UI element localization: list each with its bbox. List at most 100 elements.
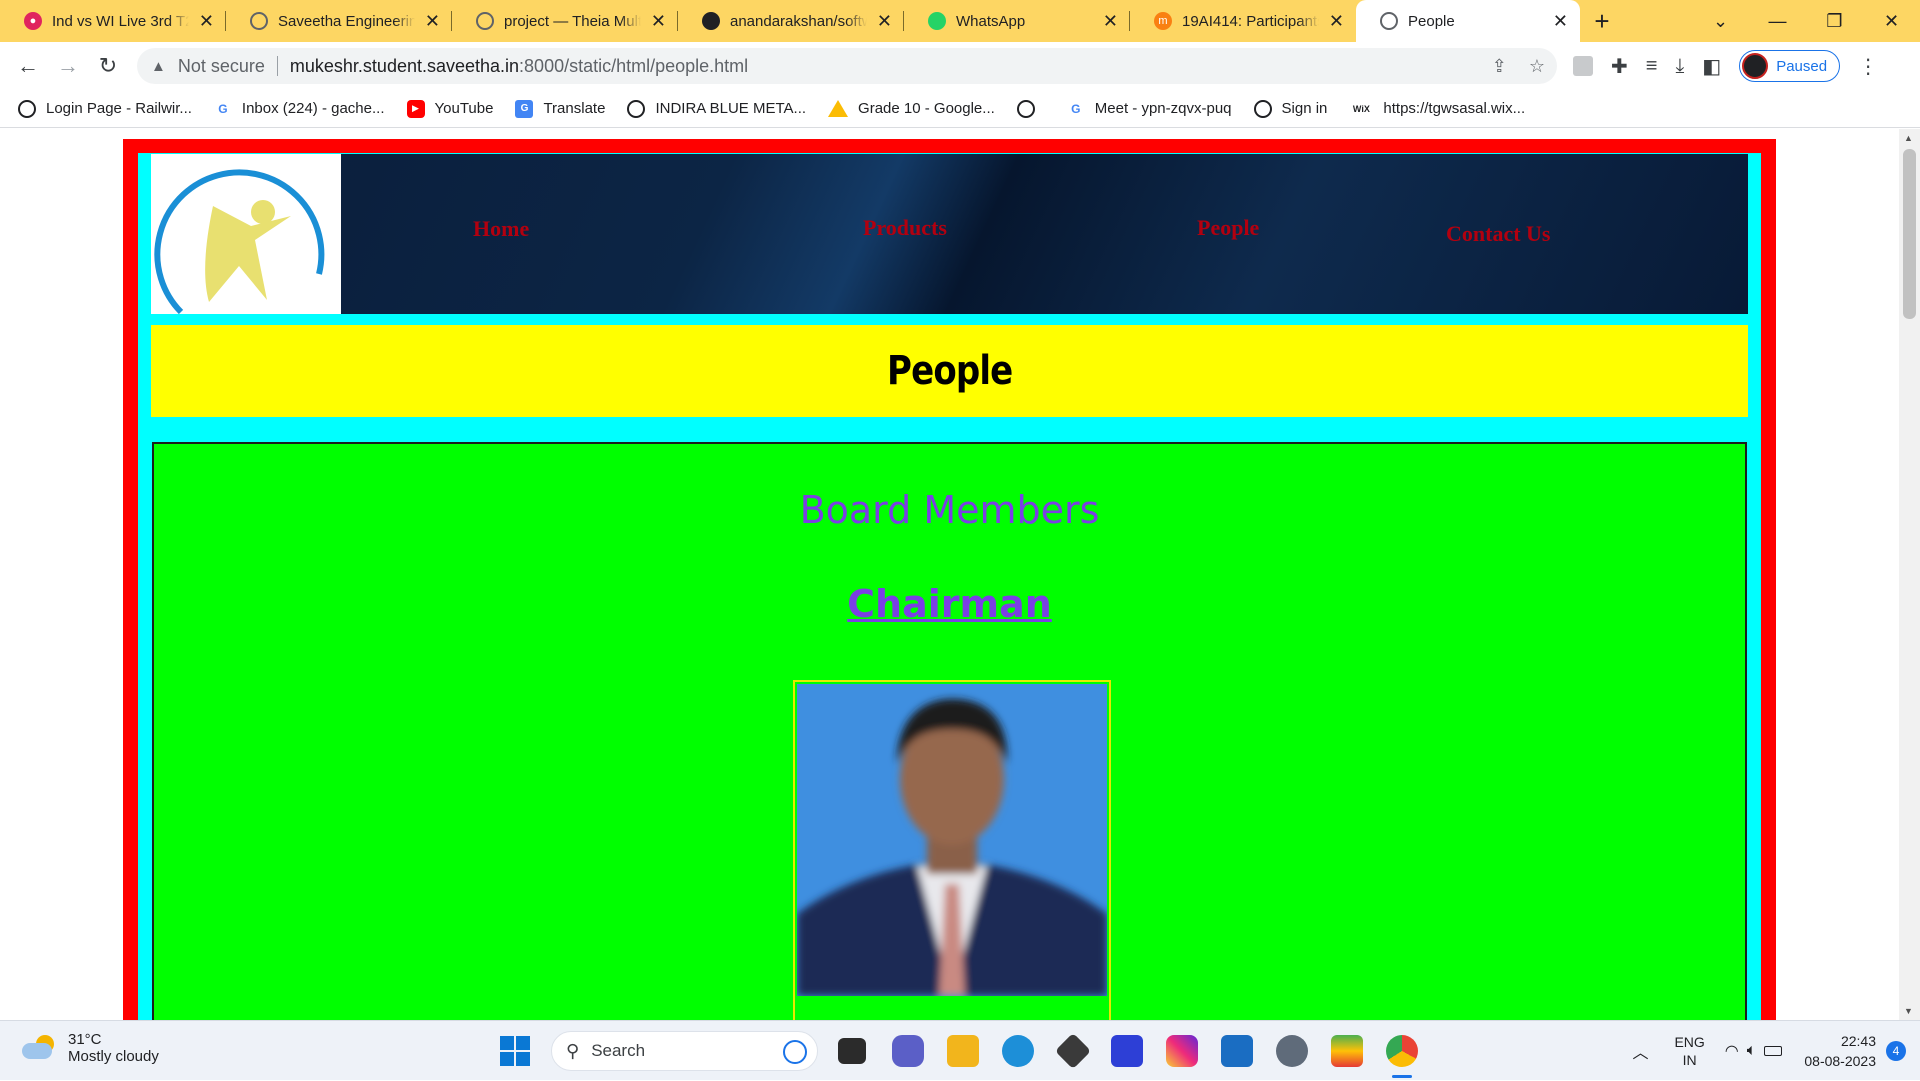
site-logo[interactable] bbox=[151, 154, 341, 314]
reading-list-icon[interactable]: ≡ bbox=[1646, 55, 1658, 78]
whatsapp-icon bbox=[928, 12, 946, 30]
bookmark-item[interactable]: Login Page - Railwir... bbox=[18, 99, 192, 118]
bookmark-item[interactable]: G Meet - ypn-zqvx-puq bbox=[1067, 100, 1232, 118]
download-icon[interactable]: ⤓ bbox=[1675, 55, 1684, 78]
close-icon[interactable]: ✕ bbox=[1329, 11, 1344, 32]
wix-icon: WiX bbox=[1352, 103, 1370, 114]
chairman-link[interactable]: Chairman bbox=[847, 582, 1052, 626]
active-app-indicator bbox=[1392, 1075, 1412, 1078]
clock[interactable]: 22:43 08-08-2023 bbox=[1804, 1031, 1876, 1071]
tab-search-icon[interactable]: ⌄ bbox=[1692, 11, 1749, 32]
volume-icon[interactable]: 🔈︎ bbox=[1747, 1042, 1757, 1060]
notification-badge[interactable]: 4 bbox=[1886, 1041, 1906, 1061]
page-viewport: Home Products People Contact Us People B… bbox=[0, 129, 1899, 1020]
page-title-band: People bbox=[151, 325, 1748, 417]
close-icon[interactable]: ✕ bbox=[651, 11, 666, 32]
page-scrollbar[interactable]: ▲ ▼ bbox=[1899, 129, 1920, 1020]
close-icon[interactable]: ✕ bbox=[877, 11, 892, 32]
microsoft-store-icon[interactable] bbox=[1221, 1035, 1253, 1067]
scrollbar-thumb[interactable] bbox=[1903, 149, 1916, 319]
dev-app-icon[interactable] bbox=[1054, 1032, 1092, 1070]
bluestacks-icon[interactable] bbox=[1331, 1035, 1363, 1067]
minimize-icon[interactable]: — bbox=[1749, 11, 1806, 32]
close-icon[interactable]: ✕ bbox=[425, 11, 440, 32]
translate-icon: G bbox=[515, 99, 534, 118]
bookmark-item[interactable]: G Inbox (224) - gache... bbox=[214, 100, 385, 118]
menu-kebab-icon[interactable]: ⋮ bbox=[1858, 54, 1878, 79]
address-bar[interactable]: ▲ Not secure mukeshr.student.saveetha.in… bbox=[137, 48, 1557, 84]
teams-chat-icon[interactable] bbox=[892, 1035, 924, 1067]
page-title: People bbox=[886, 348, 1013, 394]
chrome-icon[interactable] bbox=[1386, 1035, 1418, 1067]
security-label[interactable]: Not secure bbox=[178, 56, 265, 77]
bookmark-item[interactable]: INDIRA BLUE META... bbox=[627, 99, 806, 118]
bookmark-label: Meet - ypn-zqvx-puq bbox=[1094, 100, 1232, 117]
tab-theia[interactable]: project — Theia Multi ✕ bbox=[452, 0, 678, 42]
section-heading: Board Members bbox=[799, 488, 1100, 532]
bookmark-item[interactable]: Grade 10 - Google... bbox=[828, 100, 995, 117]
member-photo bbox=[797, 684, 1107, 996]
bookmark-item[interactable]: ▶ YouTube bbox=[406, 99, 493, 118]
new-tab-button[interactable]: + bbox=[1580, 0, 1624, 42]
scroll-down-icon[interactable]: ▼ bbox=[1904, 1006, 1913, 1016]
reload-icon[interactable]: ↻ bbox=[88, 46, 128, 86]
bookmark-item[interactable]: Sign in bbox=[1253, 99, 1328, 118]
file-explorer-icon[interactable] bbox=[947, 1035, 979, 1067]
tab-moodle[interactable]: m 19AI414: Participants ✕ bbox=[1130, 0, 1356, 42]
bookmark-star-icon[interactable]: ☆ bbox=[1529, 56, 1545, 77]
nav-contact-us[interactable]: Contact Us bbox=[1446, 221, 1551, 247]
close-icon[interactable]: ✕ bbox=[199, 11, 214, 32]
chevron-up-icon[interactable]: ︿ bbox=[1632, 1039, 1648, 1063]
close-icon[interactable]: ✕ bbox=[1553, 11, 1568, 32]
task-view-icon[interactable] bbox=[838, 1038, 866, 1064]
tab-people[interactable]: People ✕ bbox=[1356, 0, 1580, 42]
tab-github[interactable]: anandarakshan/softw ✕ bbox=[678, 0, 904, 42]
forward-icon[interactable]: → bbox=[48, 46, 88, 86]
close-window-icon[interactable]: ✕ bbox=[1863, 11, 1920, 32]
vscode-like-icon[interactable] bbox=[1111, 1035, 1143, 1067]
side-panel-icon[interactable]: ◧ bbox=[1702, 54, 1721, 79]
language-indicator[interactable]: ENG IN bbox=[1674, 1033, 1704, 1069]
bookmark-label: Translate bbox=[543, 100, 606, 117]
close-icon[interactable]: ✕ bbox=[1103, 11, 1118, 32]
cloud-sun-icon bbox=[22, 1035, 56, 1061]
battery-icon[interactable] bbox=[1764, 1046, 1783, 1056]
start-windows-icon bbox=[500, 1036, 514, 1050]
bookmark-label: Inbox (224) - gache... bbox=[241, 100, 385, 117]
nav-products[interactable]: Products bbox=[863, 215, 947, 241]
nav-people[interactable]: People bbox=[1197, 215, 1259, 241]
cricket-icon: ● bbox=[24, 12, 42, 30]
bing-icon[interactable] bbox=[783, 1040, 807, 1064]
tab-title: Ind vs WI Live 3rd T20I bbox=[52, 12, 189, 30]
share-icon[interactable]: ⇪ bbox=[1492, 56, 1507, 77]
bookmark-item[interactable]: G Translate bbox=[515, 99, 606, 118]
restore-icon[interactable]: ❐ bbox=[1806, 11, 1863, 32]
bookmark-label: Sign in bbox=[1281, 100, 1328, 117]
lang-region: IN bbox=[1682, 1052, 1697, 1068]
weather-widget[interactable]: 31°C Mostly cloudy bbox=[22, 1031, 159, 1065]
warning-icon[interactable]: ▲ bbox=[151, 58, 166, 75]
start-button[interactable] bbox=[500, 1036, 530, 1066]
google-icon: G bbox=[1071, 101, 1081, 116]
bookmark-item[interactable]: WiX https://tgwsasal.wix... bbox=[1349, 100, 1525, 118]
clock-date: 08-08-2023 bbox=[1804, 1053, 1876, 1069]
extensions-puzzle-icon[interactable]: ✚ bbox=[1611, 54, 1628, 79]
tab-saveetha[interactable]: Saveetha Engineering ✕ bbox=[226, 0, 452, 42]
nav-home[interactable]: Home bbox=[473, 216, 529, 242]
tab-title: Saveetha Engineering bbox=[278, 12, 415, 30]
taskbar-search[interactable]: ⚲ Search bbox=[551, 1031, 818, 1071]
back-icon[interactable]: ← bbox=[8, 46, 48, 86]
instagram-icon[interactable] bbox=[1166, 1035, 1198, 1067]
site-header: Home Products People Contact Us bbox=[151, 154, 1748, 314]
tab-whatsapp[interactable]: WhatsApp ✕ bbox=[904, 0, 1130, 42]
bookmark-item[interactable] bbox=[1016, 99, 1045, 118]
bookmark-label: Login Page - Railwir... bbox=[46, 100, 192, 117]
edge-icon[interactable] bbox=[1002, 1035, 1034, 1067]
wifi-icon[interactable]: ◠ bbox=[1725, 1041, 1739, 1061]
extension-icon[interactable] bbox=[1573, 56, 1593, 76]
tab-ind-vs-wi[interactable]: ● Ind vs WI Live 3rd T20I ✕ bbox=[0, 0, 226, 42]
settings-gear-icon[interactable] bbox=[1276, 1035, 1308, 1067]
scroll-up-icon[interactable]: ▲ bbox=[1904, 133, 1913, 143]
profile-button[interactable]: Paused bbox=[1739, 50, 1841, 82]
drive-icon bbox=[828, 100, 849, 117]
